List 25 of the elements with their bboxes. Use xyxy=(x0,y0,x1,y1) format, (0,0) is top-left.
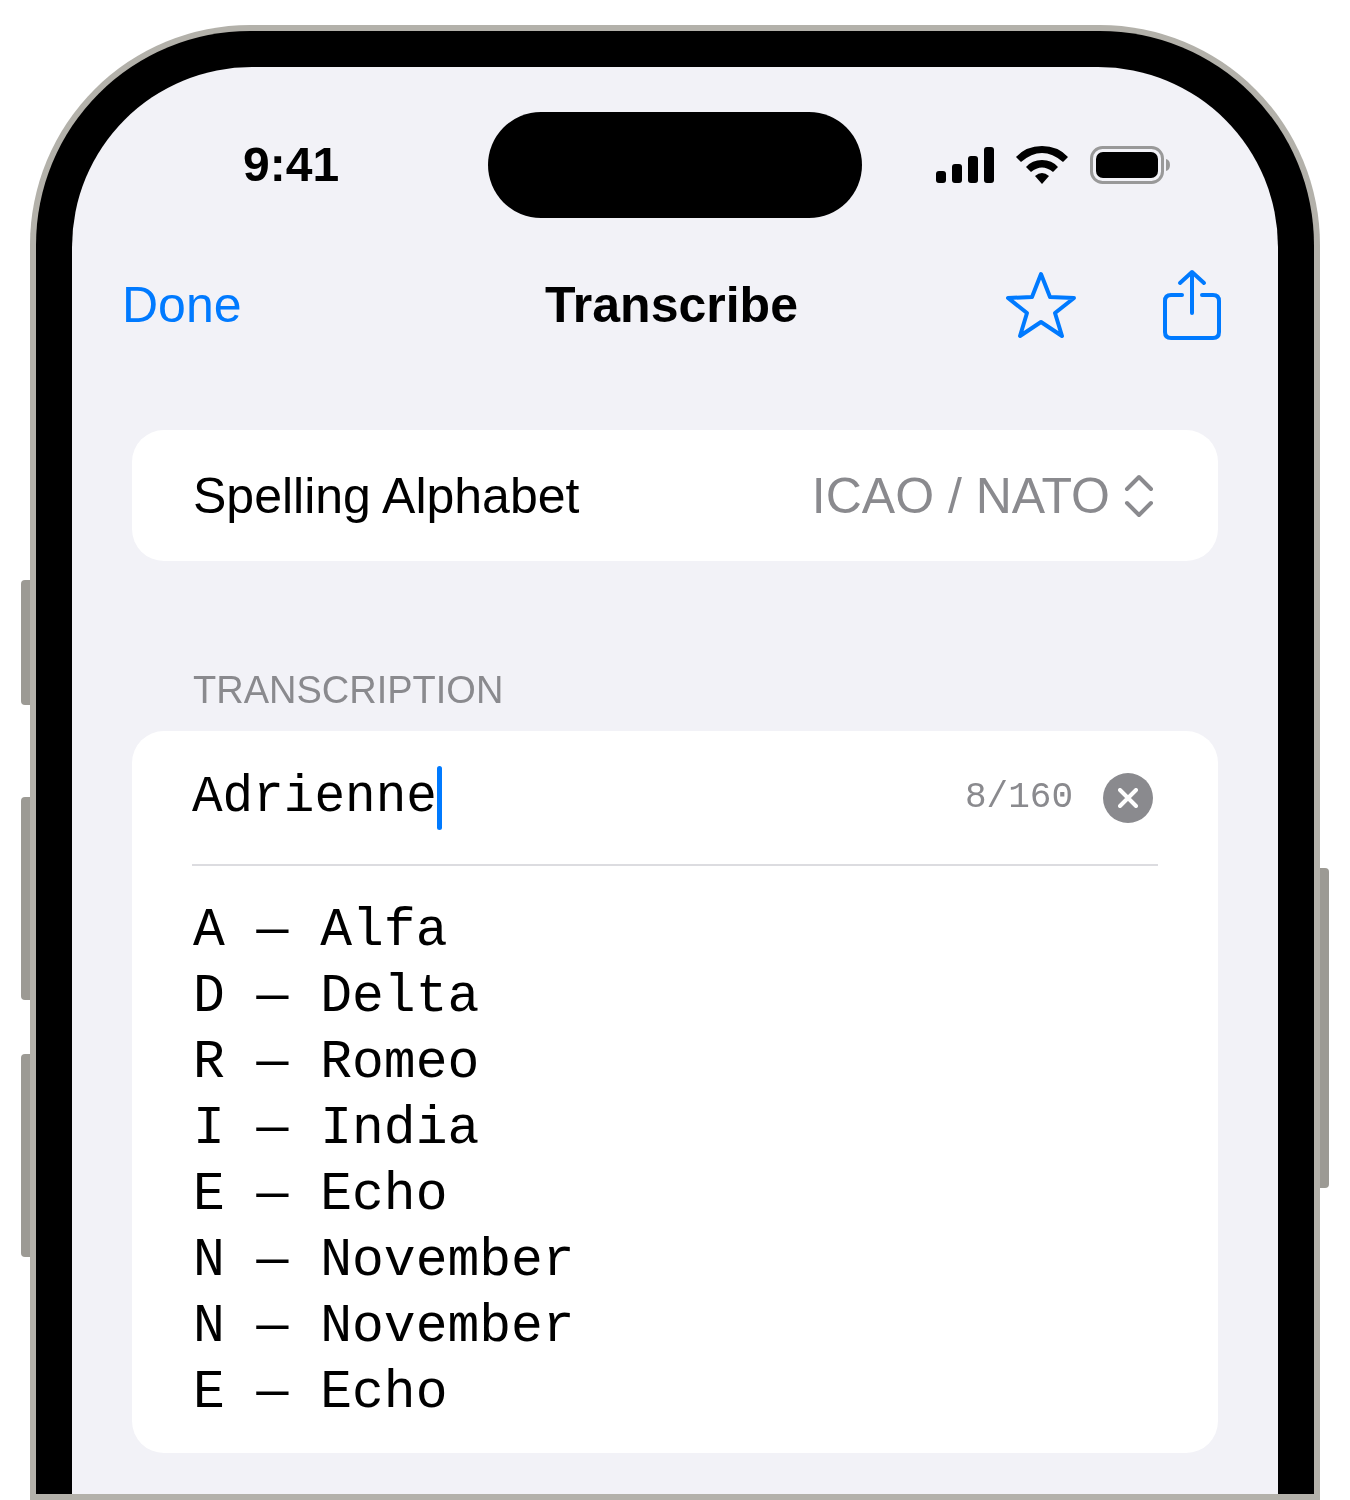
favorite-star-button[interactable] xyxy=(1005,271,1077,339)
transcription-line: I — India xyxy=(193,1098,480,1161)
battery-icon xyxy=(1090,146,1170,184)
signal-icon xyxy=(936,147,994,183)
transcription-line: R — Romeo xyxy=(193,1032,480,1095)
transcription-line: D — Delta xyxy=(193,966,480,1029)
text-input-field[interactable]: Adrienne xyxy=(192,762,442,833)
transcription-line: N — November xyxy=(193,1296,575,1359)
transcription-line: E — Echo xyxy=(193,1362,448,1425)
character-counter: 8/160 xyxy=(964,779,1073,816)
close-icon xyxy=(1118,787,1138,808)
status-time: 9:41 xyxy=(243,141,340,189)
transcription-line: N — November xyxy=(193,1230,575,1293)
done-button[interactable]: Done xyxy=(122,280,242,330)
wifi-icon xyxy=(1016,146,1068,184)
transcription-line: A — Alfa xyxy=(193,900,448,963)
transcription-line: E — Echo xyxy=(193,1164,448,1227)
clear-button[interactable] xyxy=(1103,772,1153,823)
share-button[interactable] xyxy=(1163,269,1221,341)
nav-title: Transcribe xyxy=(545,280,798,330)
section-header: TRANSCRIPTION xyxy=(193,671,505,709)
picker-label: Spelling Alphabet xyxy=(193,470,580,521)
picker-value: ICAO / NATO xyxy=(811,470,1110,521)
spelling-alphabet-picker[interactable]: Spelling Alphabet ICAO / NATO xyxy=(132,430,1218,561)
up-down-chevron-icon xyxy=(1124,473,1154,518)
